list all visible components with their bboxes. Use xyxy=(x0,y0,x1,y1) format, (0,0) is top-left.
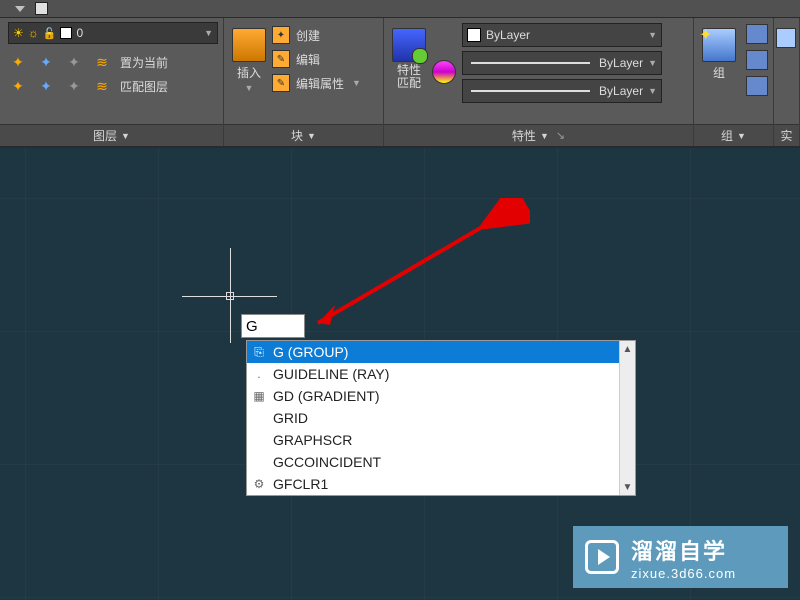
group-sub-icon-3[interactable] xyxy=(746,76,768,96)
edit-attr-icon: ✎ xyxy=(272,74,290,92)
edit-icon: ✎ xyxy=(272,50,290,68)
line-sample xyxy=(471,62,590,64)
layer-name: 0 xyxy=(76,26,83,40)
layer-stack-icon-2[interactable]: ≋ xyxy=(92,76,112,96)
suggestion-icon: . xyxy=(251,366,267,382)
chevron-down-icon: ▼ xyxy=(540,131,549,141)
panel-title-properties[interactable]: 特性▼↘ xyxy=(384,124,693,146)
set-current-label[interactable]: 置为当前 xyxy=(120,54,168,71)
suggestion-icon xyxy=(251,432,267,448)
edit-attr-button[interactable]: ✎ 编辑属性 ▼ xyxy=(272,74,361,92)
match-layer-label[interactable]: 匹配图层 xyxy=(120,78,168,95)
color-swatch xyxy=(467,28,481,42)
sun-icon: ☼ xyxy=(28,26,39,40)
group-button[interactable]: 组 xyxy=(702,22,736,122)
scrollbar[interactable]: ▲ ▼ xyxy=(619,341,635,495)
suggestion-item[interactable]: ⎘ G (GROUP) xyxy=(247,341,635,363)
group-icon xyxy=(702,28,736,62)
layer-dropdown[interactable]: ☀ ☼ 🔓 0 ▼ xyxy=(8,22,218,44)
layer-icon-3[interactable]: ✦ xyxy=(64,52,84,72)
layer-icon-4[interactable]: ✦ xyxy=(8,76,28,96)
linetype-dropdown[interactable]: ByLayer ▼ xyxy=(462,79,662,103)
chevron-down-icon: ▼ xyxy=(204,28,213,38)
color-dropdown[interactable]: ByLayer ▼ xyxy=(462,23,662,47)
suggestion-item[interactable]: ⚙ GFCLR1 xyxy=(247,473,635,495)
annotation-arrow xyxy=(300,198,530,338)
panel-group: 组 组▼ xyxy=(694,18,774,146)
chevron-down-icon: ▼ xyxy=(648,58,657,68)
match-properties-button[interactable]: 特性 匹配 xyxy=(392,22,426,122)
layer-icon-2[interactable]: ✦ xyxy=(36,52,56,72)
panel-title-utilities: 实 xyxy=(774,124,799,146)
insert-icon xyxy=(232,28,266,62)
match-properties-icon xyxy=(392,28,426,62)
layer-icon-1[interactable]: ✦ xyxy=(8,52,28,72)
drawing-canvas[interactable]: ⎘ G (GROUP) . GUIDELINE (RAY) ▦ GD (GRAD… xyxy=(0,148,800,600)
edit-block-button[interactable]: ✎ 编辑 xyxy=(272,50,361,68)
quick-access-bar xyxy=(0,0,800,18)
command-autocomplete: ⎘ G (GROUP) . GUIDELINE (RAY) ▦ GD (GRAD… xyxy=(246,340,636,496)
suggestion-icon: ⎘ xyxy=(251,344,267,360)
group-sub-icon-1[interactable] xyxy=(746,24,768,44)
panel-title-group[interactable]: 组▼ xyxy=(694,124,773,146)
group-sub-icon-2[interactable] xyxy=(746,50,768,70)
layer-icon-5[interactable]: ✦ xyxy=(36,76,56,96)
lock-icon: 🔓 xyxy=(43,27,57,40)
watermark: 溜溜自学 zixue.3d66.com xyxy=(573,526,788,588)
panel-properties: 特性 匹配 ByLayer ▼ ByLayer ▼ ByLayer xyxy=(384,18,694,146)
create-icon: ✦ xyxy=(272,26,290,44)
chevron-down-icon: ▼ xyxy=(648,86,657,96)
measure-button[interactable] xyxy=(776,22,796,120)
panel-title-layers[interactable]: 图层▼ xyxy=(0,124,223,146)
lineweight-dropdown[interactable]: ByLayer ▼ xyxy=(462,51,662,75)
dialog-launcher-icon: ↘ xyxy=(556,129,565,142)
suggestion-icon xyxy=(251,454,267,470)
layer-color-swatch xyxy=(60,27,72,39)
play-icon xyxy=(585,540,619,574)
chevron-down-icon: ▼ xyxy=(648,30,657,40)
suggestion-item[interactable]: ▦ GD (GRADIENT) xyxy=(247,385,635,407)
measure-icon xyxy=(776,28,796,48)
layer-icon-6[interactable]: ✦ xyxy=(64,76,84,96)
suggestion-item[interactable]: GCCOINCIDENT xyxy=(247,451,635,473)
suggestion-item[interactable]: GRID xyxy=(247,407,635,429)
suggestion-icon xyxy=(251,410,267,426)
panel-utilities: 实 xyxy=(774,18,800,146)
chevron-down-icon: ▼ xyxy=(121,131,130,141)
suggestion-icon: ⚙ xyxy=(251,476,267,492)
scroll-down-icon[interactable]: ▼ xyxy=(620,479,635,495)
chevron-down-icon: ▼ xyxy=(307,131,316,141)
line-sample xyxy=(471,90,590,92)
qat-dropdown-icon[interactable] xyxy=(15,6,25,12)
command-input[interactable] xyxy=(241,314,305,338)
watermark-title: 溜溜自学 xyxy=(631,534,736,566)
suggestion-icon: ▦ xyxy=(251,388,267,404)
lightbulb-icon: ☀ xyxy=(13,26,24,40)
panel-layers: ☀ ☼ 🔓 0 ▼ ✦ ✦ ✦ ≋ 置为当前 ✦ ✦ ✦ xyxy=(0,18,224,146)
qat-item-icon[interactable] xyxy=(35,2,48,15)
suggestion-item[interactable]: . GUIDELINE (RAY) xyxy=(247,363,635,385)
panel-block: 插入 ▼ ✦ 创建 ✎ 编辑 ✎ 编辑属性 ▼ 块▼ xyxy=(224,18,384,146)
create-block-button[interactable]: ✦ 创建 xyxy=(272,26,361,44)
chevron-down-icon: ▼ xyxy=(352,78,361,88)
watermark-url: zixue.3d66.com xyxy=(631,566,736,581)
insert-button[interactable]: 插入 ▼ xyxy=(232,22,266,122)
ribbon: ☀ ☼ 🔓 0 ▼ ✦ ✦ ✦ ≋ 置为当前 ✦ ✦ ✦ xyxy=(0,18,800,148)
color-wheel-icon[interactable] xyxy=(432,60,456,84)
chevron-down-icon: ▼ xyxy=(737,131,746,141)
scroll-up-icon[interactable]: ▲ xyxy=(620,341,635,357)
suggestion-item[interactable]: GRAPHSCR xyxy=(247,429,635,451)
layer-stack-icon[interactable]: ≋ xyxy=(92,52,112,72)
chevron-down-icon: ▼ xyxy=(245,83,254,93)
panel-title-block[interactable]: 块▼ xyxy=(224,124,383,146)
